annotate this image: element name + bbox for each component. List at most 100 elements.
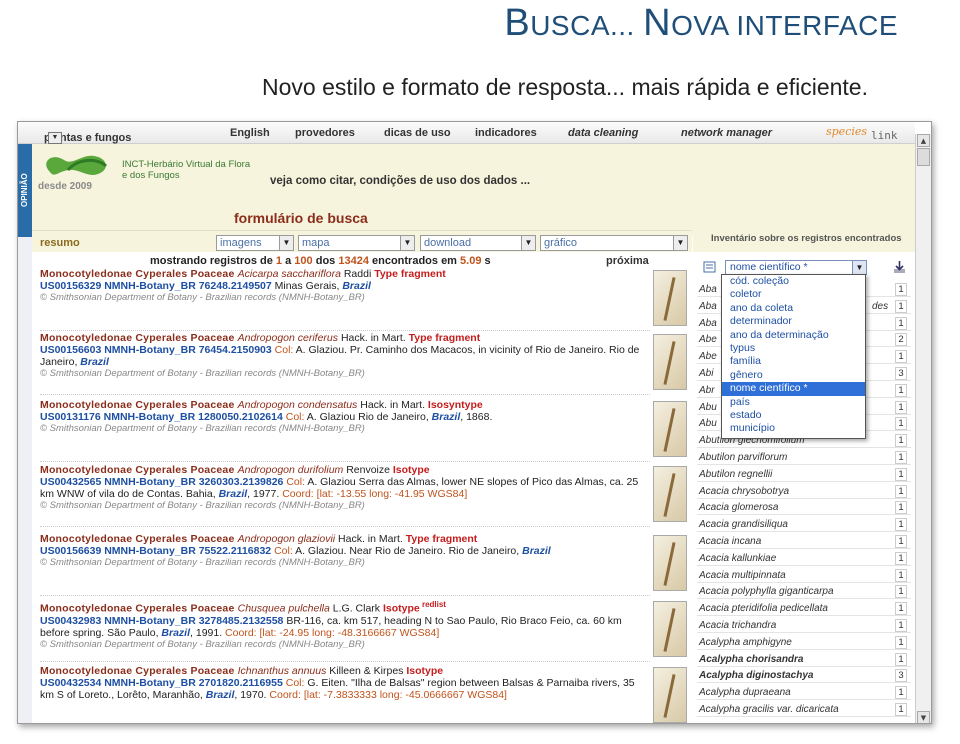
record-id[interactable]: US00156603 NMNH-Botany_BR 76454.2150903 bbox=[40, 344, 275, 356]
dropdown-option[interactable]: ano da coleta bbox=[722, 302, 865, 315]
record-item[interactable]: Monocotyledonae Cyperales Poaceae Chusqu… bbox=[40, 599, 650, 662]
inventory-row[interactable]: Acacia multipinnata 1 bbox=[697, 568, 911, 583]
inventory-row[interactable]: Acacia chrysobotrya 1 bbox=[697, 484, 911, 499]
chevron-down-icon[interactable]: ▼ bbox=[521, 236, 535, 250]
chevron-down-icon[interactable]: ▼ bbox=[279, 236, 293, 250]
inventory-count: 1 bbox=[895, 635, 907, 649]
record-item[interactable]: Monocotyledonae Cyperales Poaceae Acicar… bbox=[40, 268, 650, 331]
inventory-row[interactable]: Acacia pteridifolia pedicellata 1 bbox=[697, 601, 911, 617]
chevron-down-icon[interactable]: ▼ bbox=[400, 236, 414, 250]
specimen-image bbox=[663, 408, 676, 452]
specimen-thumbnail[interactable] bbox=[653, 466, 687, 522]
link-logo-text: link bbox=[871, 129, 898, 142]
dropdown-option[interactable]: país bbox=[722, 396, 865, 409]
inventory-row[interactable]: Acalypha dupraeana 1 bbox=[697, 685, 911, 701]
form-title[interactable]: formulário de busca bbox=[234, 210, 368, 226]
inventory-row[interactable]: Acalypha chorisandra 1 bbox=[697, 652, 911, 667]
specimen-thumbnail[interactable] bbox=[653, 270, 687, 326]
record-id[interactable]: US00156639 NMNH-Botany_BR 75522.2116832 bbox=[40, 545, 274, 557]
species-name[interactable]: Ichnanthus annuus bbox=[238, 665, 327, 677]
record-item[interactable]: Monocotyledonae Cyperales Poaceae Androp… bbox=[40, 399, 650, 462]
dropdown-option[interactable]: estado bbox=[722, 409, 865, 422]
record-id[interactable]: US00432534 NMNH-Botany_BR 2701820.211695… bbox=[40, 677, 286, 689]
inventory-row[interactable]: Acacia grandisiliqua 1 bbox=[697, 517, 911, 533]
specimen-thumbnail[interactable] bbox=[653, 401, 687, 457]
species-name[interactable]: Chusquea pulchella bbox=[238, 603, 330, 615]
inventory-row[interactable]: Acacia polyphylla giganticarpa 1 bbox=[697, 584, 911, 600]
inventory-row[interactable]: Abutilon parviflorum 1 bbox=[697, 450, 911, 465]
nav-provedores[interactable]: provedores bbox=[295, 127, 355, 139]
inventory-row[interactable]: Acacia kallunkiae 1 bbox=[697, 551, 911, 566]
inventory-name: Acacia chrysobotrya bbox=[699, 485, 790, 497]
record-item[interactable]: Monocotyledonae Cyperales Poaceae Androp… bbox=[40, 332, 650, 395]
species-link-logo[interactable]: species bbox=[826, 125, 867, 138]
inventory-field-select[interactable]: nome científico * ▼ bbox=[725, 260, 867, 275]
dropdown-option[interactable]: nome científico * bbox=[722, 382, 865, 396]
nav-dicas[interactable]: dicas de uso bbox=[384, 127, 451, 139]
dropdown-option[interactable]: família bbox=[722, 355, 865, 368]
inventory-dropdown-menu: cód. coleção coletor ano da coleta determin… bbox=[721, 274, 866, 439]
cite-link[interactable]: veja como citar, condições de uso dos da… bbox=[270, 175, 530, 187]
specimen-thumbnail[interactable] bbox=[653, 667, 687, 723]
species-name[interactable]: Andropogon condensatus bbox=[238, 399, 358, 411]
inventory-row[interactable]: Acacia incana 1 bbox=[697, 534, 911, 549]
grafico-select[interactable]: gráfico ▼ bbox=[540, 235, 688, 251]
record-id[interactable]: US00432565 NMNH-Botany_BR 3260303.213982… bbox=[40, 476, 286, 488]
download-select[interactable]: download ▼ bbox=[420, 235, 536, 251]
inventory-row[interactable]: Acacia glomerosa 1 bbox=[697, 500, 911, 516]
next-page-link[interactable]: próxima bbox=[606, 255, 649, 267]
nav-english[interactable]: English bbox=[230, 127, 270, 139]
record-item[interactable]: Monocotyledonae Cyperales Poaceae Ichnan… bbox=[40, 665, 650, 723]
slide-subtitle: Novo estilo e formato de resposta... mai… bbox=[262, 74, 868, 100]
inventory-row[interactable]: Acalypha diginostachya 3 bbox=[697, 668, 911, 684]
scroll-thumb[interactable] bbox=[917, 148, 930, 166]
dropdown-option[interactable]: município bbox=[722, 422, 865, 435]
taxonomy-path: Monocotyledonae Cyperales Poaceae bbox=[40, 533, 238, 545]
scroll-up-icon[interactable]: ▲ bbox=[917, 134, 930, 147]
species-name[interactable]: Acicarpa sacchariflora bbox=[238, 268, 341, 280]
chevron-down-icon[interactable]: ▼ bbox=[852, 261, 866, 274]
nav-indicadores[interactable]: indicadores bbox=[475, 127, 537, 139]
mapa-select[interactable]: mapa ▼ bbox=[298, 235, 415, 251]
record-id[interactable]: US00156329 NMNH-Botany_BR 76248.2149507 bbox=[40, 280, 275, 292]
inventory-name: Aba bbox=[699, 317, 717, 329]
country: Brazil bbox=[205, 689, 235, 701]
dropdown-option[interactable]: ano da determinação bbox=[722, 329, 865, 342]
record-id[interactable]: US00131176 NMNH-Botany_BR 1280050.210261… bbox=[40, 411, 286, 423]
inventory-row[interactable]: Acalypha amphigyne 1 bbox=[697, 635, 911, 650]
record-id[interactable]: US00432983 NMNH-Botany_BR 3278485.213255… bbox=[40, 615, 286, 627]
specimen-thumbnail[interactable] bbox=[653, 334, 687, 390]
dropdown-option[interactable]: gênero bbox=[722, 369, 865, 382]
inventory-row[interactable]: Acacia trichandra 1 bbox=[697, 618, 911, 633]
species-name[interactable]: Andropogon ceriferus bbox=[238, 332, 338, 344]
dropdown-option[interactable]: coletor bbox=[722, 288, 865, 301]
record-item[interactable]: Monocotyledonae Cyperales Poaceae Androp… bbox=[40, 533, 650, 596]
specimen-thumbnail[interactable] bbox=[653, 535, 687, 591]
scroll-down-icon[interactable]: ▼ bbox=[917, 711, 930, 723]
inventory-title: Inventário sobre os registros encontrado… bbox=[693, 230, 915, 252]
chevron-down-icon[interactable]: ▼ bbox=[48, 132, 62, 144]
dropdown-option[interactable]: cód. coleção bbox=[722, 275, 865, 288]
inventory-count: 1 bbox=[895, 518, 907, 532]
specimen-image bbox=[663, 277, 676, 321]
nav-data-cleaning[interactable]: data cleaning bbox=[568, 127, 638, 139]
record-item[interactable]: Monocotyledonae Cyperales Poaceae Androp… bbox=[40, 464, 650, 527]
inventory-row[interactable]: Acalypha gracilis var. dicaricata 1 bbox=[697, 702, 911, 717]
top-navigation: plantas e fungos ▼ English provedores dic… bbox=[18, 122, 915, 144]
dropdown-option[interactable]: determinador bbox=[722, 315, 865, 328]
filter-icon[interactable] bbox=[703, 260, 717, 274]
nav-network-manager[interactable]: network manager bbox=[681, 127, 772, 139]
species-name[interactable]: Andropogon glaziovii bbox=[238, 533, 335, 545]
inventory-row[interactable]: Abutilon regnellii 1 bbox=[697, 467, 911, 482]
download-icon[interactable] bbox=[893, 260, 907, 274]
imagens-select[interactable]: imagens ▼ bbox=[216, 235, 294, 251]
dropdown-option[interactable]: typus bbox=[722, 342, 865, 355]
species-name[interactable]: Andropogon durifolium bbox=[238, 464, 344, 476]
opiniao-tab[interactable]: OPINIÃO bbox=[18, 144, 32, 237]
chevron-down-icon[interactable]: ▼ bbox=[673, 236, 687, 250]
col-label: Col: bbox=[274, 545, 296, 557]
vertical-scrollbar[interactable]: ▲ ▼ bbox=[915, 134, 931, 723]
specimen-thumbnail[interactable] bbox=[653, 601, 687, 657]
resumo-tab[interactable]: resumo bbox=[40, 237, 80, 249]
inventory-name-extra: des bbox=[872, 300, 889, 312]
